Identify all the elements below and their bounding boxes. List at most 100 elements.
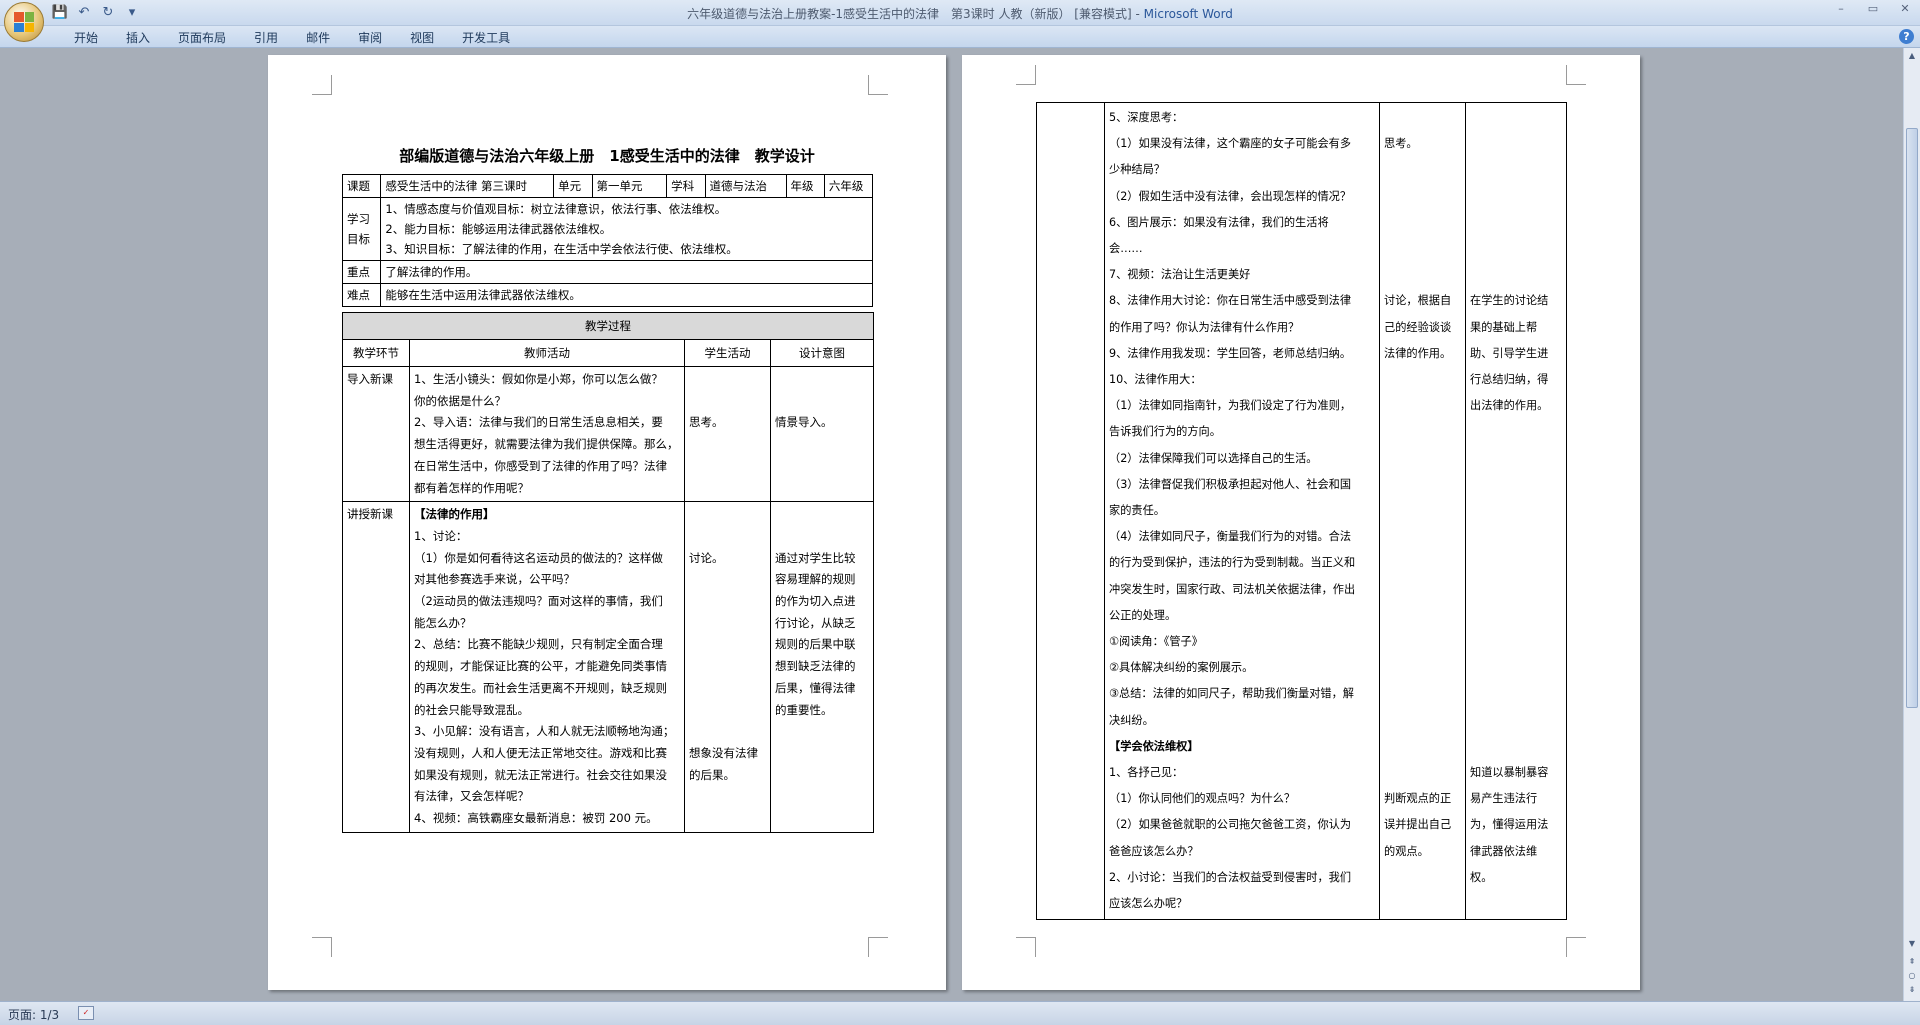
- tab-review[interactable]: 审阅: [344, 29, 396, 47]
- cell-text-line: 家的责任。: [1109, 504, 1165, 518]
- goals-label: 学习目标: [341, 197, 382, 261]
- tab-home[interactable]: 开始: [60, 29, 112, 47]
- cell-text-line: 助、引导学生进: [1470, 346, 1549, 360]
- intent-cell: 通过对学生比较 容易理解的规则 的作为切入点进 行讨论，从缺乏 规则的后果中联 想到缺乏法…: [770, 501, 874, 833]
- cell-text-line: （2）假如生活中没有法律，会出现怎样的情况？: [1109, 189, 1352, 203]
- col-student: 学生活动: [684, 339, 771, 367]
- cell-text-line: 少种结局？: [1109, 163, 1165, 177]
- cell-text-line: 思考。: [1384, 137, 1418, 151]
- scroll-thumb[interactable]: [1906, 128, 1918, 708]
- title-bar: 💾 ↶ ↻ ▾ 六年级道德与法治上册教案-1感受生活中的法律 第3课时 人教（新…: [0, 0, 1920, 42]
- goal-item: 1、情感态度与价值观目标：树立法律意识，依法行事、依法维权。: [385, 202, 727, 216]
- document-title: 部编版道德与法治六年级上册 1感受生活中的法律 教学设计: [399, 147, 815, 165]
- key-point-label: 重点: [341, 260, 382, 284]
- cell-text-line: 容易理解的规则: [775, 572, 856, 587]
- cell-text-line: 的观点。: [1384, 844, 1429, 858]
- tab-developer[interactable]: 开发工具: [448, 29, 524, 47]
- cell-text-line: 讨论。: [689, 550, 724, 565]
- cell-text-line: 在学生的讨论结: [1470, 294, 1549, 308]
- office-logo-icon: [14, 12, 34, 32]
- cell-text-line: [1384, 577, 1461, 603]
- page-2[interactable]: 5、深度思考： （1）如果没有法律，这个霸座的女子可能会有多 少种结局？ （2）假如生…: [962, 55, 1640, 990]
- tab-view[interactable]: 视图: [396, 29, 448, 47]
- cell-text-line: [1384, 603, 1461, 629]
- cell-text-line: [1384, 184, 1461, 210]
- cell-text-line: 【法律的作用】: [414, 507, 495, 522]
- tab-insert[interactable]: 插入: [112, 29, 164, 47]
- minimize-button[interactable]: –: [1832, 2, 1850, 15]
- cell-text-line: （1）你是如何看待这名运动员的做法的？这样做: [414, 550, 663, 565]
- cell-text-line: [1384, 157, 1461, 183]
- cell-text-line: [1470, 603, 1562, 629]
- cell-text-line: 的再次发生。而社会生活更离不开规则，缺乏规则: [414, 680, 667, 695]
- cell-text-line: [1384, 262, 1461, 288]
- language-check-icon[interactable]: ✓: [78, 1006, 94, 1020]
- cell-text-line: [1384, 210, 1461, 236]
- key-point-value: 了解法律的作用。: [380, 260, 873, 284]
- maximize-button[interactable]: ▭: [1864, 2, 1882, 15]
- cell-text-line: 9、法律作用我发现：学生回答，老师总结归纳。: [1109, 346, 1352, 360]
- teaching-process-table-continued: 5、深度思考： （1）如果没有法律，这个霸座的女子可能会有多 少种结局？ （2）假如生…: [1036, 101, 1567, 921]
- cell-text-line: 爸爸应该怎么办？: [1109, 844, 1199, 858]
- cell-text-line: 的作为切入点进: [775, 594, 856, 609]
- cell-text-line: 通过对学生比较: [775, 550, 856, 565]
- goal-item: 2、能力目标：能够运用法律武器依法维权。: [385, 222, 612, 236]
- tab-references[interactable]: 引用: [240, 29, 292, 47]
- crop-mark: [868, 937, 888, 957]
- cell-text-line: [1384, 524, 1461, 550]
- cell-text-line: （2）法律保障我们可以选择自己的生活。: [1109, 451, 1318, 465]
- scroll-up-icon[interactable]: ▲: [1906, 50, 1918, 62]
- cell-text-line: [775, 478, 869, 500]
- next-page-icon[interactable]: ⇟: [1906, 984, 1918, 996]
- cell-text-line: [1470, 708, 1562, 734]
- process-header: 教学过程: [342, 312, 874, 340]
- office-button[interactable]: [4, 2, 44, 42]
- cell-text-line: 1、各抒己见：: [1109, 766, 1184, 780]
- cell-text-line: [1384, 681, 1461, 707]
- cell-text-line: 的重要性。: [775, 702, 833, 717]
- app-name: Microsoft Word: [1143, 7, 1233, 21]
- cell-text-line: [1384, 629, 1461, 655]
- cell-text-line: 判断观点的正: [1384, 792, 1452, 806]
- cell-text-line: 情景导入。: [775, 415, 833, 430]
- help-icon[interactable]: ?: [1899, 29, 1914, 44]
- cell-text-line: 易产生违法行: [1470, 792, 1538, 806]
- stage-cell: 导入新课: [342, 365, 410, 503]
- document-area[interactable]: 部编版道德与法治六年级上册 1感受生活中的法律 教学设计 课题 感受生活中的法律…: [0, 48, 1903, 1001]
- tab-page-layout[interactable]: 页面布局: [164, 29, 240, 47]
- crop-mark: [1566, 65, 1586, 85]
- cell-text-line: 出法律的作用。: [1470, 399, 1549, 413]
- cell-text-line: 在日常生活中，你感受到了法律的作用了吗？法律: [414, 458, 667, 473]
- prev-page-icon[interactable]: ⇞: [1906, 956, 1918, 968]
- grade-label: 年级: [785, 174, 825, 198]
- page-indicator[interactable]: 页面: 1/3: [8, 1006, 59, 1023]
- goal-item: 3、知识目标：了解法律的作用，在生活中学会依法行使、依法维权。: [385, 242, 738, 256]
- cell-text-line: （1）法律如同指南针，为我们设定了行为准则，: [1109, 399, 1352, 413]
- cell-text-line: 能怎么办？: [414, 615, 472, 630]
- cell-text-line: [1470, 419, 1562, 445]
- cell-text-line: [1384, 865, 1461, 891]
- cell-text-line: [1384, 498, 1461, 524]
- select-browse-object-icon[interactable]: ○: [1906, 970, 1918, 982]
- vertical-scrollbar[interactable]: ▲ ▼ ⇞ ○ ⇟: [1903, 48, 1920, 1001]
- cell-text-line: [1470, 236, 1562, 262]
- page-1[interactable]: 部编版道德与法治六年级上册 1感受生活中的法律 教学设计 课题 感受生活中的法律…: [268, 55, 946, 990]
- cell-text-line: 律武器依法维: [1470, 844, 1538, 858]
- student-cell: 思考。: [684, 365, 771, 503]
- cell-text-line: [775, 391, 869, 413]
- close-button[interactable]: ✕: [1896, 2, 1914, 15]
- cell-text-line: 2、小讨论：当我们的合法权益受到侵害时，我们: [1109, 870, 1352, 884]
- cell-text-line: 8、法律作用大讨论：你在日常生活中感受到法律: [1109, 294, 1352, 308]
- cell-text-line: （2运动员的做法违规吗？面对这样的事情，我们: [414, 594, 663, 609]
- tab-mailings[interactable]: 邮件: [292, 29, 344, 47]
- cell-text-line: 2、总结：比赛不能缺少规则，只有制定全面合理: [414, 637, 663, 652]
- unit-value: 第一单元: [591, 174, 668, 198]
- cell-text-line: 3、小见解：没有语言，人和人就无法顺畅地沟通；: [414, 724, 675, 739]
- teacher-cell: 1、生活小镜头：假如你是小郑，你可以怎么做？ 你的依据是什么？ 2、导入语：法律与我…: [409, 365, 685, 503]
- cell-text-line: 你的依据是什么？: [414, 393, 506, 408]
- scroll-down-icon[interactable]: ▼: [1906, 938, 1918, 950]
- cell-text-line: [1470, 105, 1562, 131]
- cell-text-line: [1384, 105, 1461, 131]
- cell-text-line: [1470, 524, 1562, 550]
- cell-text-line: 行总结归纳，得: [1470, 373, 1549, 387]
